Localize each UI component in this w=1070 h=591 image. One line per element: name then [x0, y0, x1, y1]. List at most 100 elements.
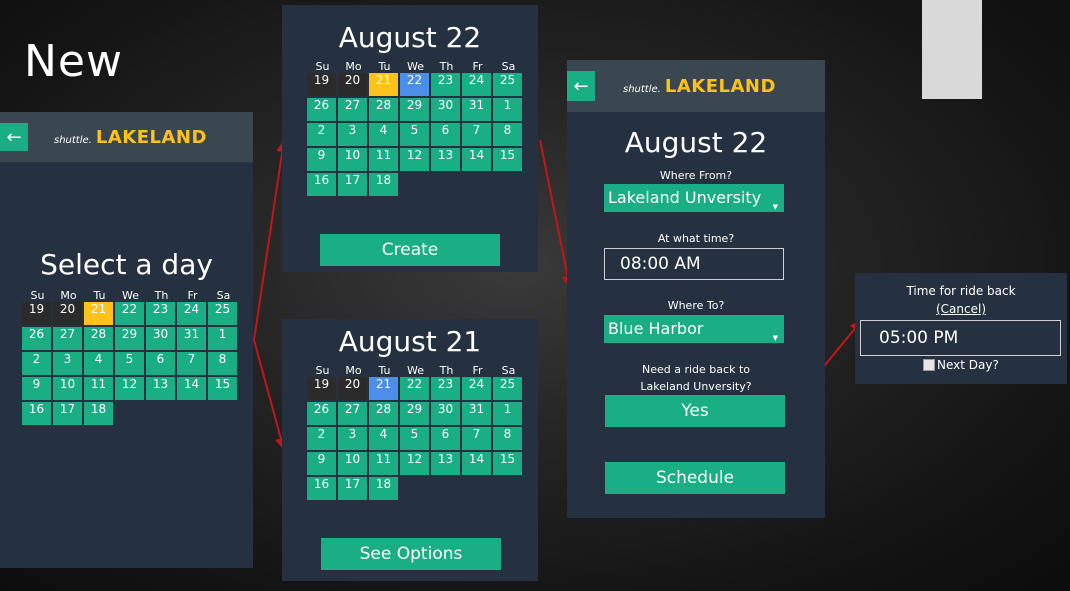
calendar-day[interactable]: 17 — [53, 402, 82, 425]
calendar-day[interactable]: 1 — [208, 327, 237, 350]
calendar-day[interactable]: 28 — [369, 402, 398, 425]
calendar-day[interactable]: 31 — [462, 402, 491, 425]
calendar-day[interactable]: 7 — [177, 352, 206, 375]
checkbox-icon[interactable] — [923, 359, 935, 371]
calendar-day[interactable]: 30 — [431, 402, 460, 425]
calendar-day[interactable]: 23 — [431, 377, 460, 400]
calendar-day[interactable]: 9 — [22, 377, 51, 400]
calendar-day[interactable]: 27 — [338, 402, 367, 425]
calendar-day[interactable]: 3 — [338, 123, 367, 146]
back-arrow-icon[interactable]: ← — [0, 123, 28, 151]
calendar-day[interactable]: 3 — [338, 427, 367, 450]
calendar-day[interactable]: 18 — [369, 477, 398, 500]
calendar-day[interactable]: 24 — [462, 73, 491, 96]
calendar-day[interactable]: 20 — [338, 73, 367, 96]
calendar-day[interactable]: 18 — [84, 402, 113, 425]
calendar-day[interactable]: 28 — [84, 327, 113, 350]
create-button[interactable]: Create — [320, 234, 500, 266]
calendar-day[interactable]: 1 — [493, 98, 522, 121]
calendar-day[interactable]: 2 — [22, 352, 51, 375]
schedule-button[interactable]: Schedule — [605, 462, 785, 494]
calendar-day[interactable]: 13 — [431, 452, 460, 475]
calendar-day[interactable]: 14 — [462, 452, 491, 475]
calendar-day[interactable]: 16 — [22, 402, 51, 425]
calendar-day[interactable]: 12 — [400, 452, 429, 475]
calendar-day[interactable]: 4 — [369, 123, 398, 146]
calendar-day[interactable]: 18 — [369, 173, 398, 196]
calendar-day[interactable]: 8 — [493, 427, 522, 450]
calendar-day[interactable]: 31 — [462, 98, 491, 121]
calendar-day[interactable]: 21 — [369, 377, 398, 400]
calendar-day[interactable]: 27 — [53, 327, 82, 350]
where-from-select[interactable]: Lakeland Unversity ▼ — [604, 184, 784, 212]
calendar-day[interactable]: 9 — [307, 452, 336, 475]
calendar-day[interactable]: 14 — [177, 377, 206, 400]
calendar-day[interactable]: 15 — [208, 377, 237, 400]
calendar-day[interactable]: 10 — [53, 377, 82, 400]
calendar-day[interactable]: 5 — [115, 352, 144, 375]
cancel-link[interactable]: (Cancel) — [855, 302, 1067, 316]
calendar-day[interactable]: 30 — [146, 327, 175, 350]
calendar-day[interactable]: 8 — [493, 123, 522, 146]
calendar-day[interactable]: 4 — [369, 427, 398, 450]
back-arrow-icon[interactable]: ← — [567, 71, 595, 101]
calendar-day[interactable]: 26 — [307, 402, 336, 425]
calendar-day[interactable]: 26 — [22, 327, 51, 350]
calendar-day[interactable]: 19 — [307, 377, 336, 400]
calendar-day[interactable]: 19 — [22, 302, 51, 325]
calendar-day[interactable]: 14 — [462, 148, 491, 171]
calendar-day[interactable]: 8 — [208, 352, 237, 375]
calendar-day[interactable]: 26 — [307, 98, 336, 121]
calendar-day[interactable]: 6 — [431, 427, 460, 450]
calendar-day[interactable]: 23 — [146, 302, 175, 325]
calendar-day[interactable]: 1 — [493, 402, 522, 425]
calendar-day[interactable]: 17 — [338, 173, 367, 196]
next-day-checkbox-row[interactable]: Next Day? — [923, 358, 999, 372]
calendar-day[interactable]: 30 — [431, 98, 460, 121]
calendar-day[interactable]: 22 — [115, 302, 144, 325]
calendar-day[interactable]: 25 — [208, 302, 237, 325]
calendar-day[interactable]: 24 — [462, 377, 491, 400]
calendar-day[interactable]: 10 — [338, 148, 367, 171]
calendar-day[interactable]: 16 — [307, 173, 336, 196]
calendar-day[interactable]: 9 — [307, 148, 336, 171]
calendar-day[interactable]: 2 — [307, 427, 336, 450]
calendar-day[interactable]: 17 — [338, 477, 367, 500]
calendar-day[interactable]: 29 — [400, 98, 429, 121]
calendar-day[interactable]: 5 — [400, 123, 429, 146]
calendar-day[interactable]: 12 — [400, 148, 429, 171]
calendar-day[interactable]: 15 — [493, 452, 522, 475]
calendar-day[interactable]: 10 — [338, 452, 367, 475]
calendar-day[interactable]: 11 — [84, 377, 113, 400]
calendar-day[interactable]: 13 — [431, 148, 460, 171]
departure-time-input[interactable]: 08:00 AM — [604, 248, 784, 280]
calendar-day[interactable]: 29 — [400, 402, 429, 425]
calendar-day[interactable]: 20 — [53, 302, 82, 325]
calendar-day[interactable]: 12 — [115, 377, 144, 400]
calendar-day[interactable]: 23 — [431, 73, 460, 96]
calendar-day[interactable]: 28 — [369, 98, 398, 121]
calendar-day[interactable]: 6 — [146, 352, 175, 375]
calendar-day[interactable]: 6 — [431, 123, 460, 146]
calendar-day[interactable]: 29 — [115, 327, 144, 350]
calendar-day[interactable]: 3 — [53, 352, 82, 375]
calendar-day[interactable]: 7 — [462, 427, 491, 450]
see-options-button[interactable]: See Options — [321, 538, 501, 570]
calendar-day[interactable]: 21 — [369, 73, 398, 96]
calendar-day[interactable]: 25 — [493, 377, 522, 400]
calendar-day[interactable]: 24 — [177, 302, 206, 325]
calendar-day[interactable]: 2 — [307, 123, 336, 146]
calendar-day[interactable]: 25 — [493, 73, 522, 96]
calendar-day[interactable]: 20 — [338, 377, 367, 400]
where-to-select[interactable]: Blue Harbor ▼ — [604, 315, 784, 343]
calendar-day[interactable]: 11 — [369, 148, 398, 171]
calendar-day[interactable]: 22 — [400, 73, 429, 96]
calendar-day[interactable]: 11 — [369, 452, 398, 475]
calendar-day[interactable]: 13 — [146, 377, 175, 400]
calendar-day[interactable]: 7 — [462, 123, 491, 146]
calendar-day[interactable]: 21 — [84, 302, 113, 325]
calendar-day[interactable]: 31 — [177, 327, 206, 350]
calendar-day[interactable]: 5 — [400, 427, 429, 450]
return-time-input[interactable]: 05:00 PM — [860, 320, 1061, 356]
calendar-day[interactable]: 22 — [400, 377, 429, 400]
